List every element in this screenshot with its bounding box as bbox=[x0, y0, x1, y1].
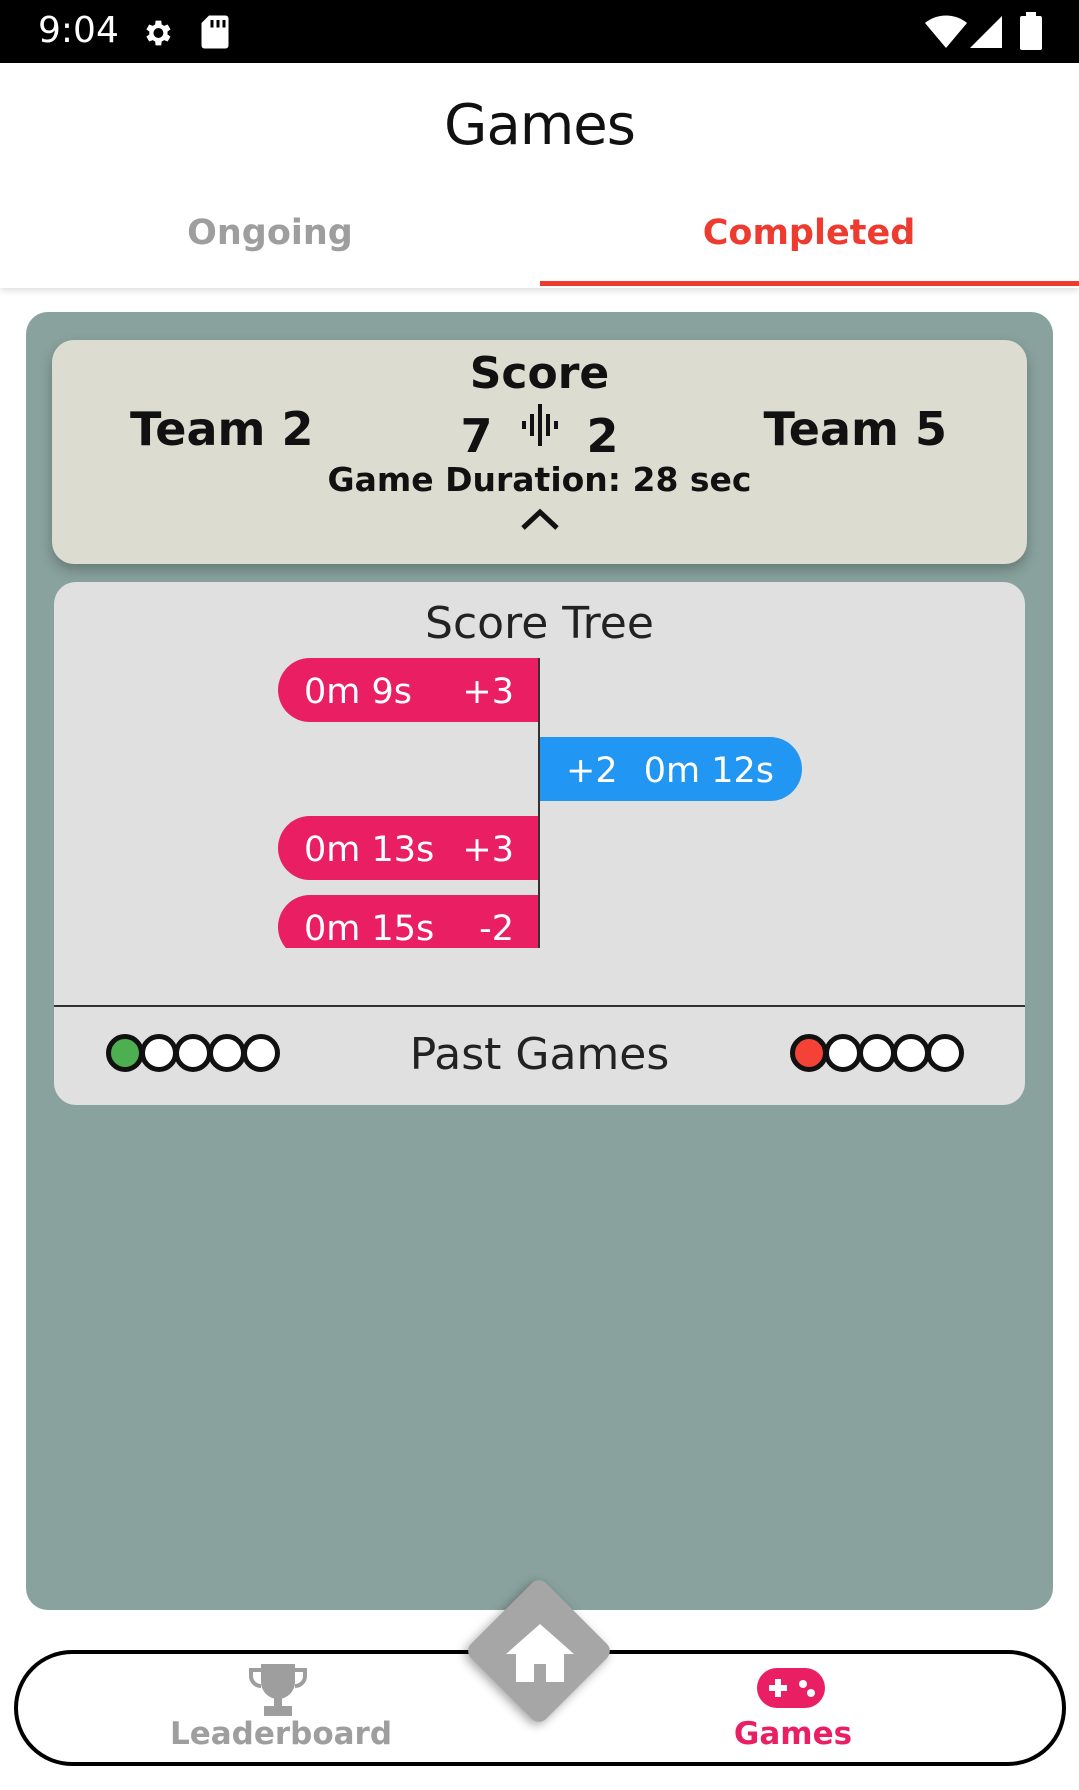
score-event-delta: +3 bbox=[462, 830, 514, 870]
status-time: 9:04 bbox=[38, 10, 119, 51]
score-divider-icon bbox=[521, 404, 558, 446]
score-tree-axis bbox=[538, 658, 540, 948]
score-label: Score bbox=[469, 348, 610, 399]
score-left: 7 bbox=[460, 408, 493, 463]
page-title: Games bbox=[444, 93, 636, 158]
past-game-loss-dot bbox=[790, 1034, 828, 1072]
past-game-empty-dot bbox=[858, 1034, 896, 1072]
score-event-delta: +3 bbox=[462, 672, 514, 712]
tab-indicator bbox=[540, 281, 1079, 286]
score-tree-card: Score Tree 0m 9s +3 +2 0m 12s 0m 13s +3 … bbox=[54, 582, 1025, 1105]
sd-card-icon bbox=[201, 15, 229, 49]
gamepad-icon bbox=[757, 1668, 825, 1708]
battery-icon bbox=[1020, 12, 1042, 50]
nav-leaderboard[interactable]: Leaderboard bbox=[131, 1654, 431, 1762]
score-card[interactable]: Team 2 Team 5 Score 7 2 Game Duration: 2… bbox=[52, 340, 1027, 564]
score-event-left: 0m 15s -2 bbox=[278, 895, 540, 948]
tab-completed[interactable]: Completed bbox=[539, 213, 1079, 253]
past-game-empty-dot bbox=[824, 1034, 862, 1072]
past-game-empty-dot bbox=[892, 1034, 930, 1072]
score-event-time: 0m 15s bbox=[304, 909, 435, 948]
score-event-left: 0m 9s +3 bbox=[278, 658, 540, 722]
divider bbox=[54, 1005, 1025, 1007]
signal-icon bbox=[970, 16, 1002, 48]
game-duration: Game Duration: 28 sec bbox=[327, 460, 752, 499]
trophy-icon bbox=[249, 1664, 307, 1716]
score-event-left: 0m 13s +3 bbox=[278, 816, 540, 880]
status-bar: 9:04 bbox=[0, 0, 1079, 63]
score-event-delta: +2 bbox=[566, 751, 618, 791]
score-event-delta: -2 bbox=[479, 909, 514, 948]
score-event-time: 0m 13s bbox=[304, 830, 435, 870]
score-event-right: +2 0m 12s bbox=[540, 737, 802, 801]
score-event-time: 0m 9s bbox=[304, 672, 412, 712]
score-row: 7 2 bbox=[52, 402, 1027, 463]
wifi-icon bbox=[925, 15, 967, 48]
nav-games-label: Games bbox=[733, 1716, 853, 1752]
score-right: 2 bbox=[586, 408, 619, 463]
past-game-empty-dot bbox=[926, 1034, 964, 1072]
score-tree-title: Score Tree bbox=[425, 598, 654, 649]
settings-icon bbox=[146, 20, 171, 46]
nav-leaderboard-label: Leaderboard bbox=[169, 1716, 393, 1752]
chevron-up-icon[interactable] bbox=[519, 506, 561, 532]
nav-games[interactable]: Games bbox=[643, 1654, 943, 1762]
score-event-time: 0m 12s bbox=[643, 751, 774, 791]
tab-ongoing[interactable]: Ongoing bbox=[0, 213, 540, 253]
home-icon[interactable] bbox=[502, 1620, 578, 1684]
app-header: Games Ongoing Completed bbox=[0, 63, 1079, 288]
score-tree-list[interactable]: 0m 9s +3 +2 0m 12s 0m 13s +3 0m 15s -2 bbox=[54, 658, 1025, 948]
